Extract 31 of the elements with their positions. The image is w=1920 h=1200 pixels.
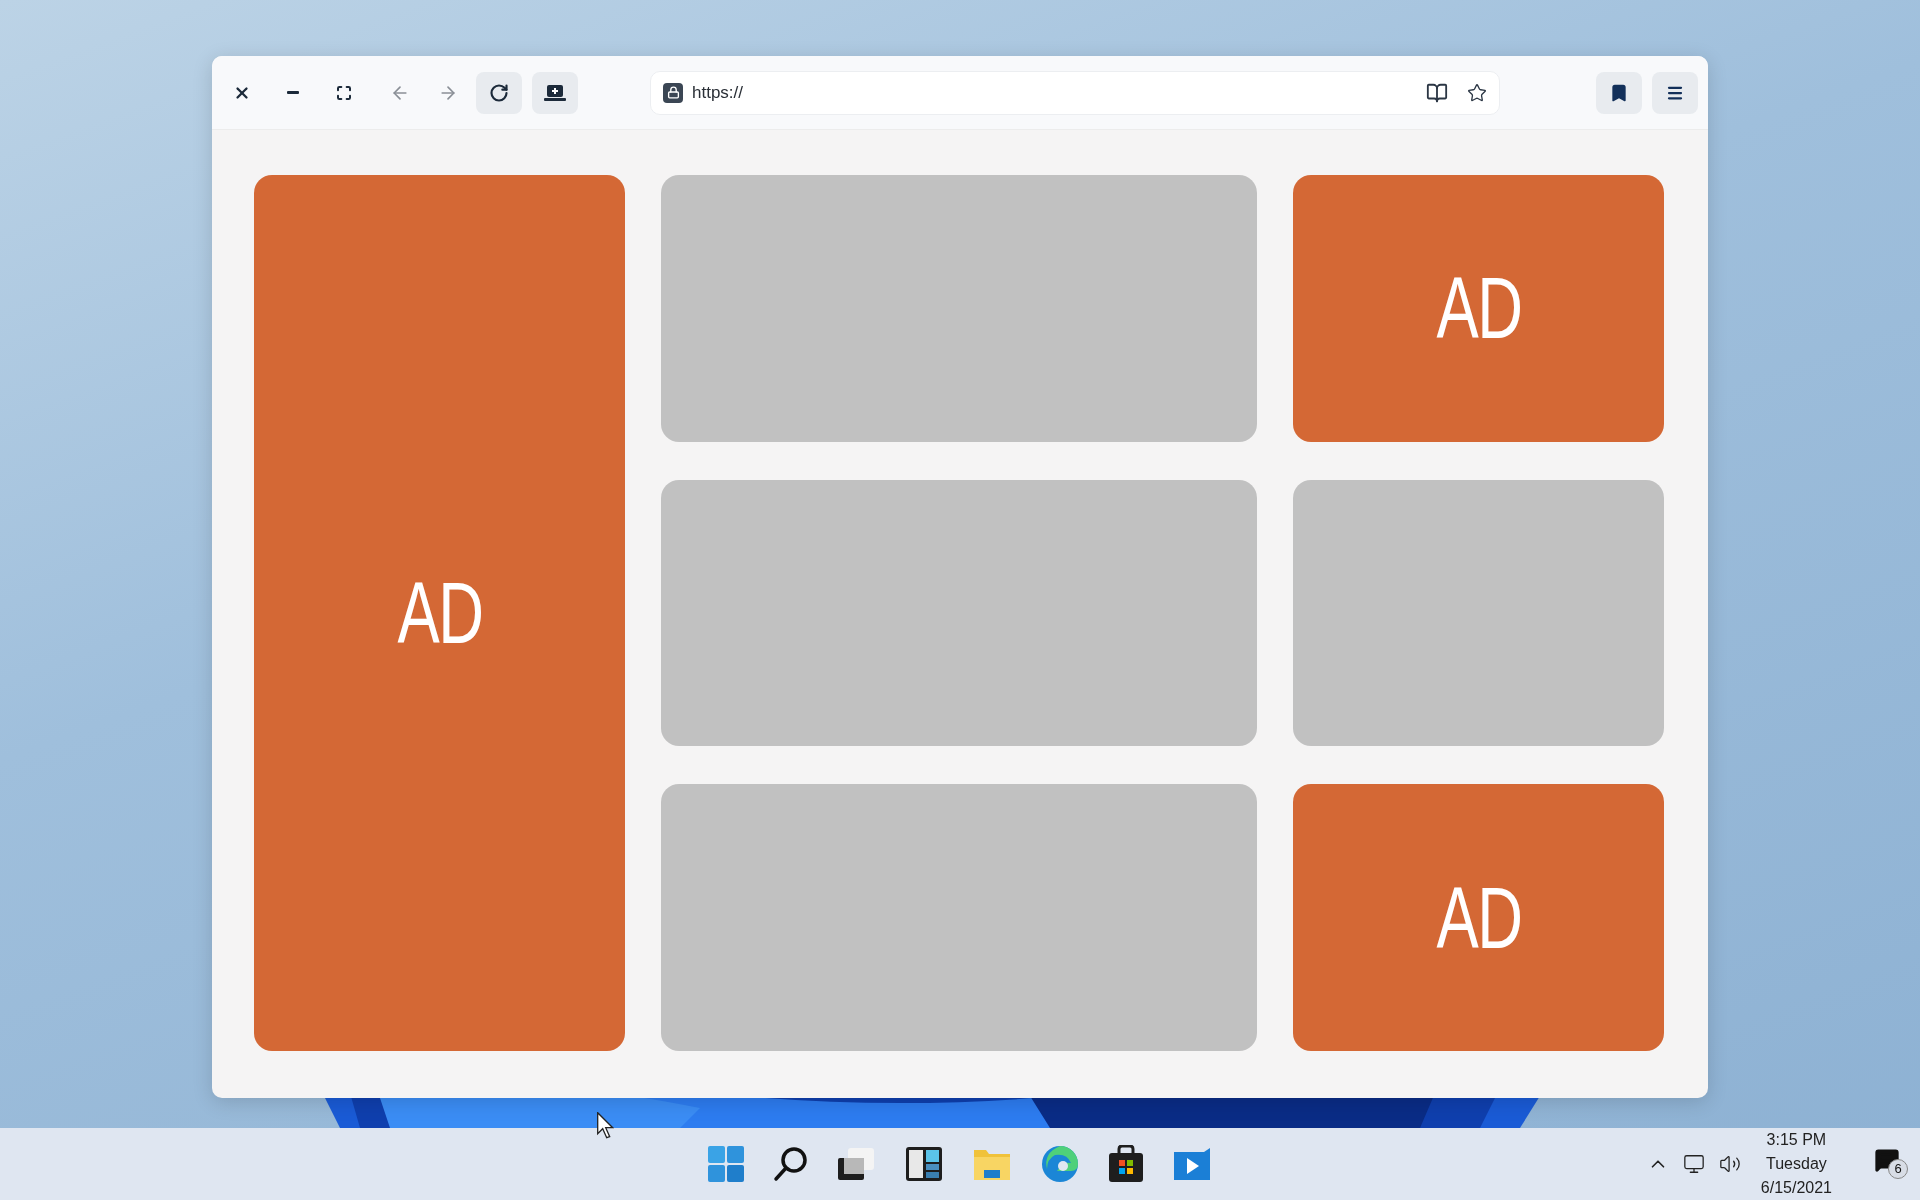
task-view-icon[interactable]	[838, 1146, 876, 1182]
ad-label: AD	[1436, 264, 1521, 353]
notification-count: 6	[1888, 1159, 1908, 1179]
media-player-icon[interactable]	[1173, 1146, 1211, 1182]
store-icon[interactable]	[1108, 1145, 1144, 1183]
clock-date: 6/15/2021	[1760, 1178, 1832, 1198]
clock-day: Tuesday	[1766, 1152, 1827, 1176]
mouse-cursor-icon	[597, 1112, 614, 1139]
star-icon[interactable]	[1467, 82, 1487, 103]
address-text: https://	[692, 81, 744, 104]
ad-label: AD	[397, 569, 482, 657]
browser-icon[interactable]	[1041, 1145, 1079, 1183]
minus-icon	[287, 91, 299, 94]
reload-icon	[489, 82, 509, 103]
expand-icon	[336, 84, 352, 101]
new-tab-button[interactable]	[532, 71, 578, 114]
lock-icon	[663, 82, 683, 103]
address-bar[interactable]: https://	[650, 70, 1500, 115]
laptop-plus-icon	[544, 83, 566, 102]
bookmarks-button[interactable]	[1596, 71, 1642, 114]
clock-time: 3:15 PM	[1766, 1130, 1827, 1150]
widgets-icon[interactable]	[905, 1146, 943, 1182]
reader-icon[interactable]	[1426, 81, 1448, 104]
ad-label: AD	[1436, 873, 1521, 962]
volume-icon[interactable]	[1718, 1153, 1741, 1175]
start-icon[interactable]	[708, 1146, 744, 1182]
reload-button[interactable]	[476, 71, 522, 114]
search-icon[interactable]	[773, 1146, 809, 1182]
menu-button[interactable]	[1652, 71, 1698, 114]
network-icon[interactable]	[1682, 1153, 1705, 1175]
bookmark-icon	[1609, 82, 1629, 103]
